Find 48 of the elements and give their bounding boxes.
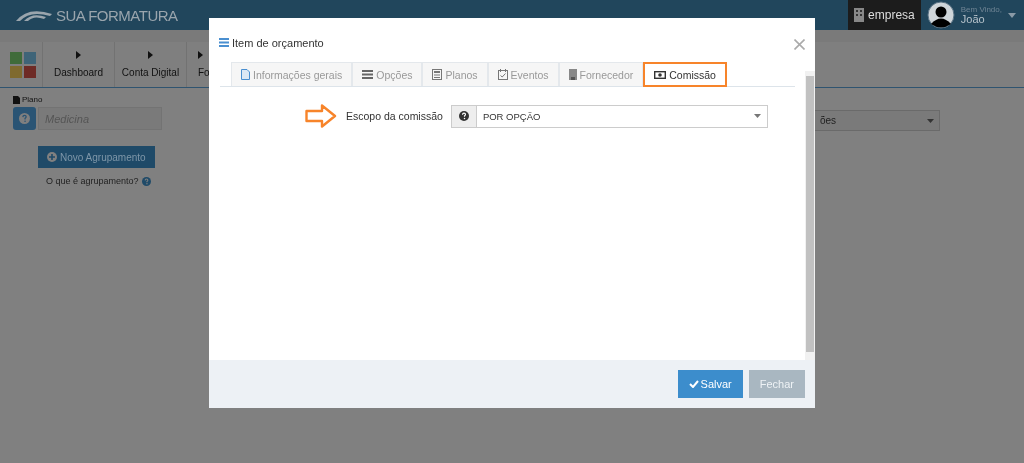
tab[interactable]: Informações gerais — [231, 62, 353, 86]
tab[interactable]: Eventos — [487, 62, 559, 86]
money-icon — [654, 70, 667, 79]
caret-icon — [927, 118, 934, 123]
check-icon — [688, 380, 699, 388]
field-label: Escopo da comissão — [346, 110, 443, 122]
logo-text: SUA FORMATURA — [56, 6, 178, 24]
company-button[interactable]: empresa — [848, 0, 921, 30]
help-icon — [19, 113, 30, 124]
apps-grid-icon[interactable] — [10, 52, 36, 78]
scope-select[interactable]: POR OPÇÃO — [476, 104, 768, 128]
new-group-button[interactable]: Novo Agrupamento — [38, 146, 155, 168]
caret-icon — [753, 114, 761, 118]
tab[interactable]: Opções — [352, 62, 423, 86]
caret-icon — [148, 51, 153, 59]
select-field[interactable]: ões — [814, 110, 940, 131]
help-icon — [141, 176, 151, 186]
avatar-icon[interactable] — [926, 1, 955, 29]
list-icon — [362, 70, 374, 79]
tab[interactable]: Comissão — [643, 62, 727, 87]
greeting-text: Bem Vindo, — [960, 5, 1002, 14]
caret-icon[interactable] — [1008, 12, 1016, 18]
close-icon[interactable] — [794, 39, 805, 50]
arrow-icon — [305, 104, 337, 128]
caret-icon — [198, 51, 203, 59]
help-icon — [458, 111, 469, 121]
nav-item[interactable]: Conta Digital — [114, 42, 186, 87]
logo-icon — [14, 8, 54, 22]
help-button[interactable] — [450, 104, 477, 128]
plus-icon — [47, 152, 57, 162]
building-icon — [854, 8, 865, 22]
calendar-icon — [497, 69, 508, 80]
list-icon — [219, 38, 229, 47]
nav-item[interactable]: Dashboard — [42, 42, 114, 87]
document-icon — [241, 69, 250, 80]
help-link[interactable]: O que é agrupamento? — [46, 176, 139, 186]
scrollbar[interactable] — [805, 71, 815, 360]
save-button[interactable]: Salvar — [677, 370, 743, 398]
tab[interactable]: Fornecedor — [558, 62, 644, 86]
calculator-icon — [432, 69, 443, 80]
building-icon — [568, 69, 577, 80]
user-name: João — [960, 13, 985, 25]
modal-title: Item de orçamento — [232, 36, 324, 49]
plan-label: Plano — [22, 95, 43, 104]
tab[interactable]: Planos — [422, 62, 488, 86]
close-button[interactable]: Fechar — [748, 370, 805, 398]
file-icon — [13, 95, 20, 104]
caret-icon — [76, 51, 81, 59]
